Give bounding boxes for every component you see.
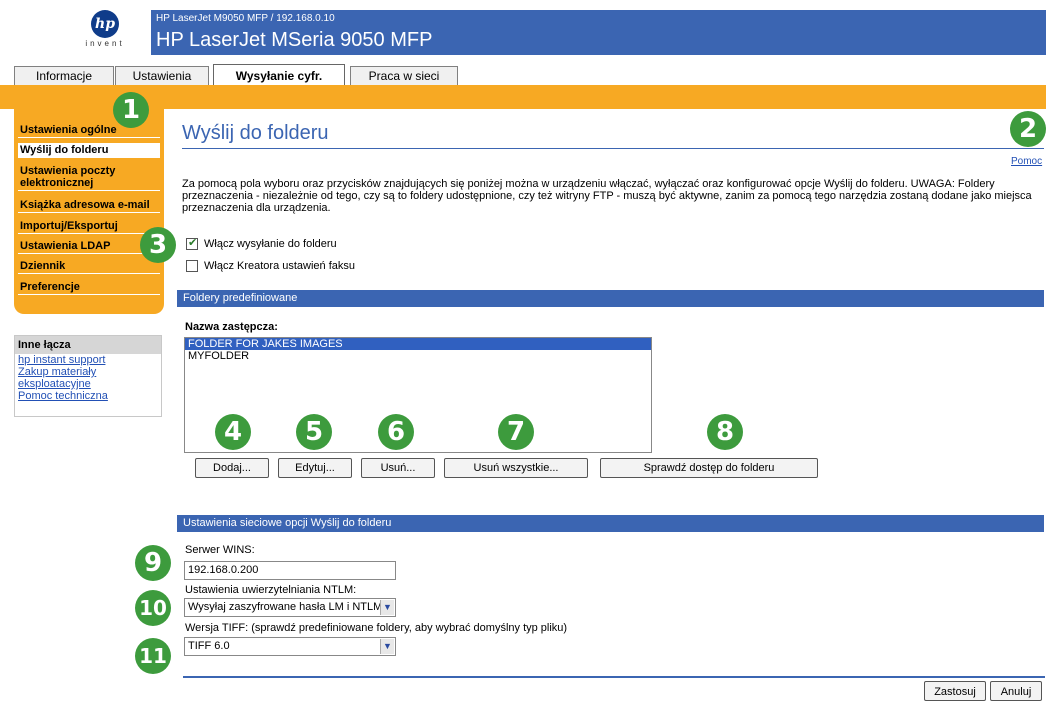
chevron-down-icon[interactable]: ▼ xyxy=(380,600,394,615)
other-links-title: Inne łącza xyxy=(15,336,161,354)
ntlm-select[interactable]: Wysyłaj zaszyfrowane hasła LM i NTLM ▼ xyxy=(184,598,396,617)
enable-fax-wizard-row[interactable]: Włącz Kreatora ustawień faksu xyxy=(186,260,355,272)
hp-logo-icon: hp xyxy=(91,10,119,38)
cancel-button[interactable]: Anuluj xyxy=(990,681,1042,701)
wins-server-input[interactable]: 192.168.0.200 xyxy=(184,561,396,580)
callout-11: 11 xyxy=(135,638,171,674)
callout-8: 8 xyxy=(707,414,743,450)
enable-fax-wizard-checkbox[interactable] xyxy=(186,260,198,272)
callout-2: 2 xyxy=(1010,111,1046,147)
tab-wysylanie-cyfr[interactable]: Wysyłanie cyfr. xyxy=(213,64,345,87)
callout-10: 10 xyxy=(135,590,171,626)
other-links-box: Inne łącza hp instant support Zakup mate… xyxy=(14,335,162,417)
sidebar-item-ksiazka-adresowa[interactable]: Książka adresowa e-mail xyxy=(18,198,160,213)
title-divider xyxy=(182,148,1044,149)
list-item[interactable]: MYFOLDER xyxy=(185,350,651,362)
tab-praca-w-sieci[interactable]: Praca w sieci xyxy=(350,66,458,86)
enable-fax-wizard-label: Włącz Kreatora ustawień faksu xyxy=(204,260,356,272)
device-title: HP LaserJet MSeria 9050 MFP xyxy=(156,29,433,51)
enable-send-to-folder-checkbox[interactable] xyxy=(186,236,198,250)
logo-invent-text: invent xyxy=(85,39,125,48)
tab-bar: Informacje Ustawienia Wysyłanie cyfr. Pr… xyxy=(0,64,1046,87)
sidebar-nav: Ustawienia ogólne Wyślij do folderu Usta… xyxy=(14,109,164,314)
link-pomoc-techniczna[interactable]: Pomoc techniczna xyxy=(15,390,161,402)
device-header: HP LaserJet M9050 MFP / 192.168.0.10 HP … xyxy=(151,10,1046,55)
predefined-folders-header: Foldery predefiniowane xyxy=(177,290,1044,307)
page-description: Za pomocą pola wyboru oraz przycisków zn… xyxy=(182,178,1032,214)
check-folder-access-button[interactable]: Sprawdź dostęp do folderu xyxy=(600,458,818,478)
add-button[interactable]: Dodaj... xyxy=(195,458,269,478)
top-strip xyxy=(0,0,1046,8)
callout-9: 9 xyxy=(135,545,171,581)
network-settings-header: Ustawienia sieciowe opcji Wyślij do fold… xyxy=(177,515,1044,532)
alias-label: Nazwa zastępcza: xyxy=(185,321,278,333)
delete-button[interactable]: Usuń... xyxy=(361,458,435,478)
callout-1: 1 xyxy=(113,92,149,128)
ntlm-select-value: Wysyłaj zaszyfrowane hasła LM i NTLM xyxy=(188,601,383,613)
tab-ustawienia[interactable]: Ustawienia xyxy=(115,66,209,86)
enable-send-to-folder-row[interactable]: Włącz wysyłanie do folderu xyxy=(186,236,337,250)
callout-6: 6 xyxy=(378,414,414,450)
link-hp-instant-support[interactable]: hp instant support xyxy=(15,354,161,366)
callout-7: 7 xyxy=(498,414,534,450)
device-address: HP LaserJet M9050 MFP / 192.168.0.10 xyxy=(156,13,335,24)
delete-all-button[interactable]: Usuń wszystkie... xyxy=(444,458,588,478)
tiff-version-value: TIFF 6.0 xyxy=(188,640,230,652)
apply-button[interactable]: Zastosuj xyxy=(924,681,986,701)
sidebar-item-wyslij-do-folderu[interactable]: Wyślij do folderu xyxy=(18,143,160,158)
edit-button[interactable]: Edytuj... xyxy=(278,458,352,478)
ntlm-settings-label: Ustawienia uwierzytelniania NTLM: xyxy=(185,584,357,596)
callout-3: 3 xyxy=(140,227,176,263)
sidebar-item-dziennik[interactable]: Dziennik xyxy=(18,259,160,274)
help-link[interactable]: Pomoc xyxy=(1011,156,1042,167)
sidebar-item-importuj-eksportuj[interactable]: Importuj/Eksportuj xyxy=(18,219,160,234)
predefined-folders-list[interactable]: FOLDER FOR JAKES IMAGES MYFOLDER xyxy=(184,337,652,453)
list-item[interactable]: FOLDER FOR JAKES IMAGES xyxy=(185,338,651,350)
wins-server-label: Serwer WINS: xyxy=(185,544,255,556)
hp-logo[interactable]: hp invent xyxy=(76,10,134,48)
callout-4: 4 xyxy=(215,414,251,450)
sidebar-item-ustawienia-ldap[interactable]: Ustawienia LDAP xyxy=(18,239,160,254)
link-zakup-materialy[interactable]: Zakup materiały eksploatacyjne xyxy=(15,366,161,390)
tab-informacje[interactable]: Informacje xyxy=(14,66,114,86)
tiff-version-select[interactable]: TIFF 6.0 ▼ xyxy=(184,637,396,656)
page-title: Wyślij do folderu xyxy=(182,122,329,144)
sidebar-item-ustawienia-poczty[interactable]: Ustawienia poczty elektronicznej xyxy=(18,164,160,191)
enable-send-to-folder-label: Włącz wysyłanie do folderu xyxy=(204,238,337,250)
orange-band xyxy=(0,87,1046,109)
bottom-divider xyxy=(183,676,1045,678)
tiff-version-label: Wersja TIFF: (sprawdź predefiniowane fol… xyxy=(185,622,568,634)
chevron-down-icon[interactable]: ▼ xyxy=(380,639,394,654)
sidebar-item-preferencje[interactable]: Preferencje xyxy=(18,280,160,295)
callout-5: 5 xyxy=(296,414,332,450)
